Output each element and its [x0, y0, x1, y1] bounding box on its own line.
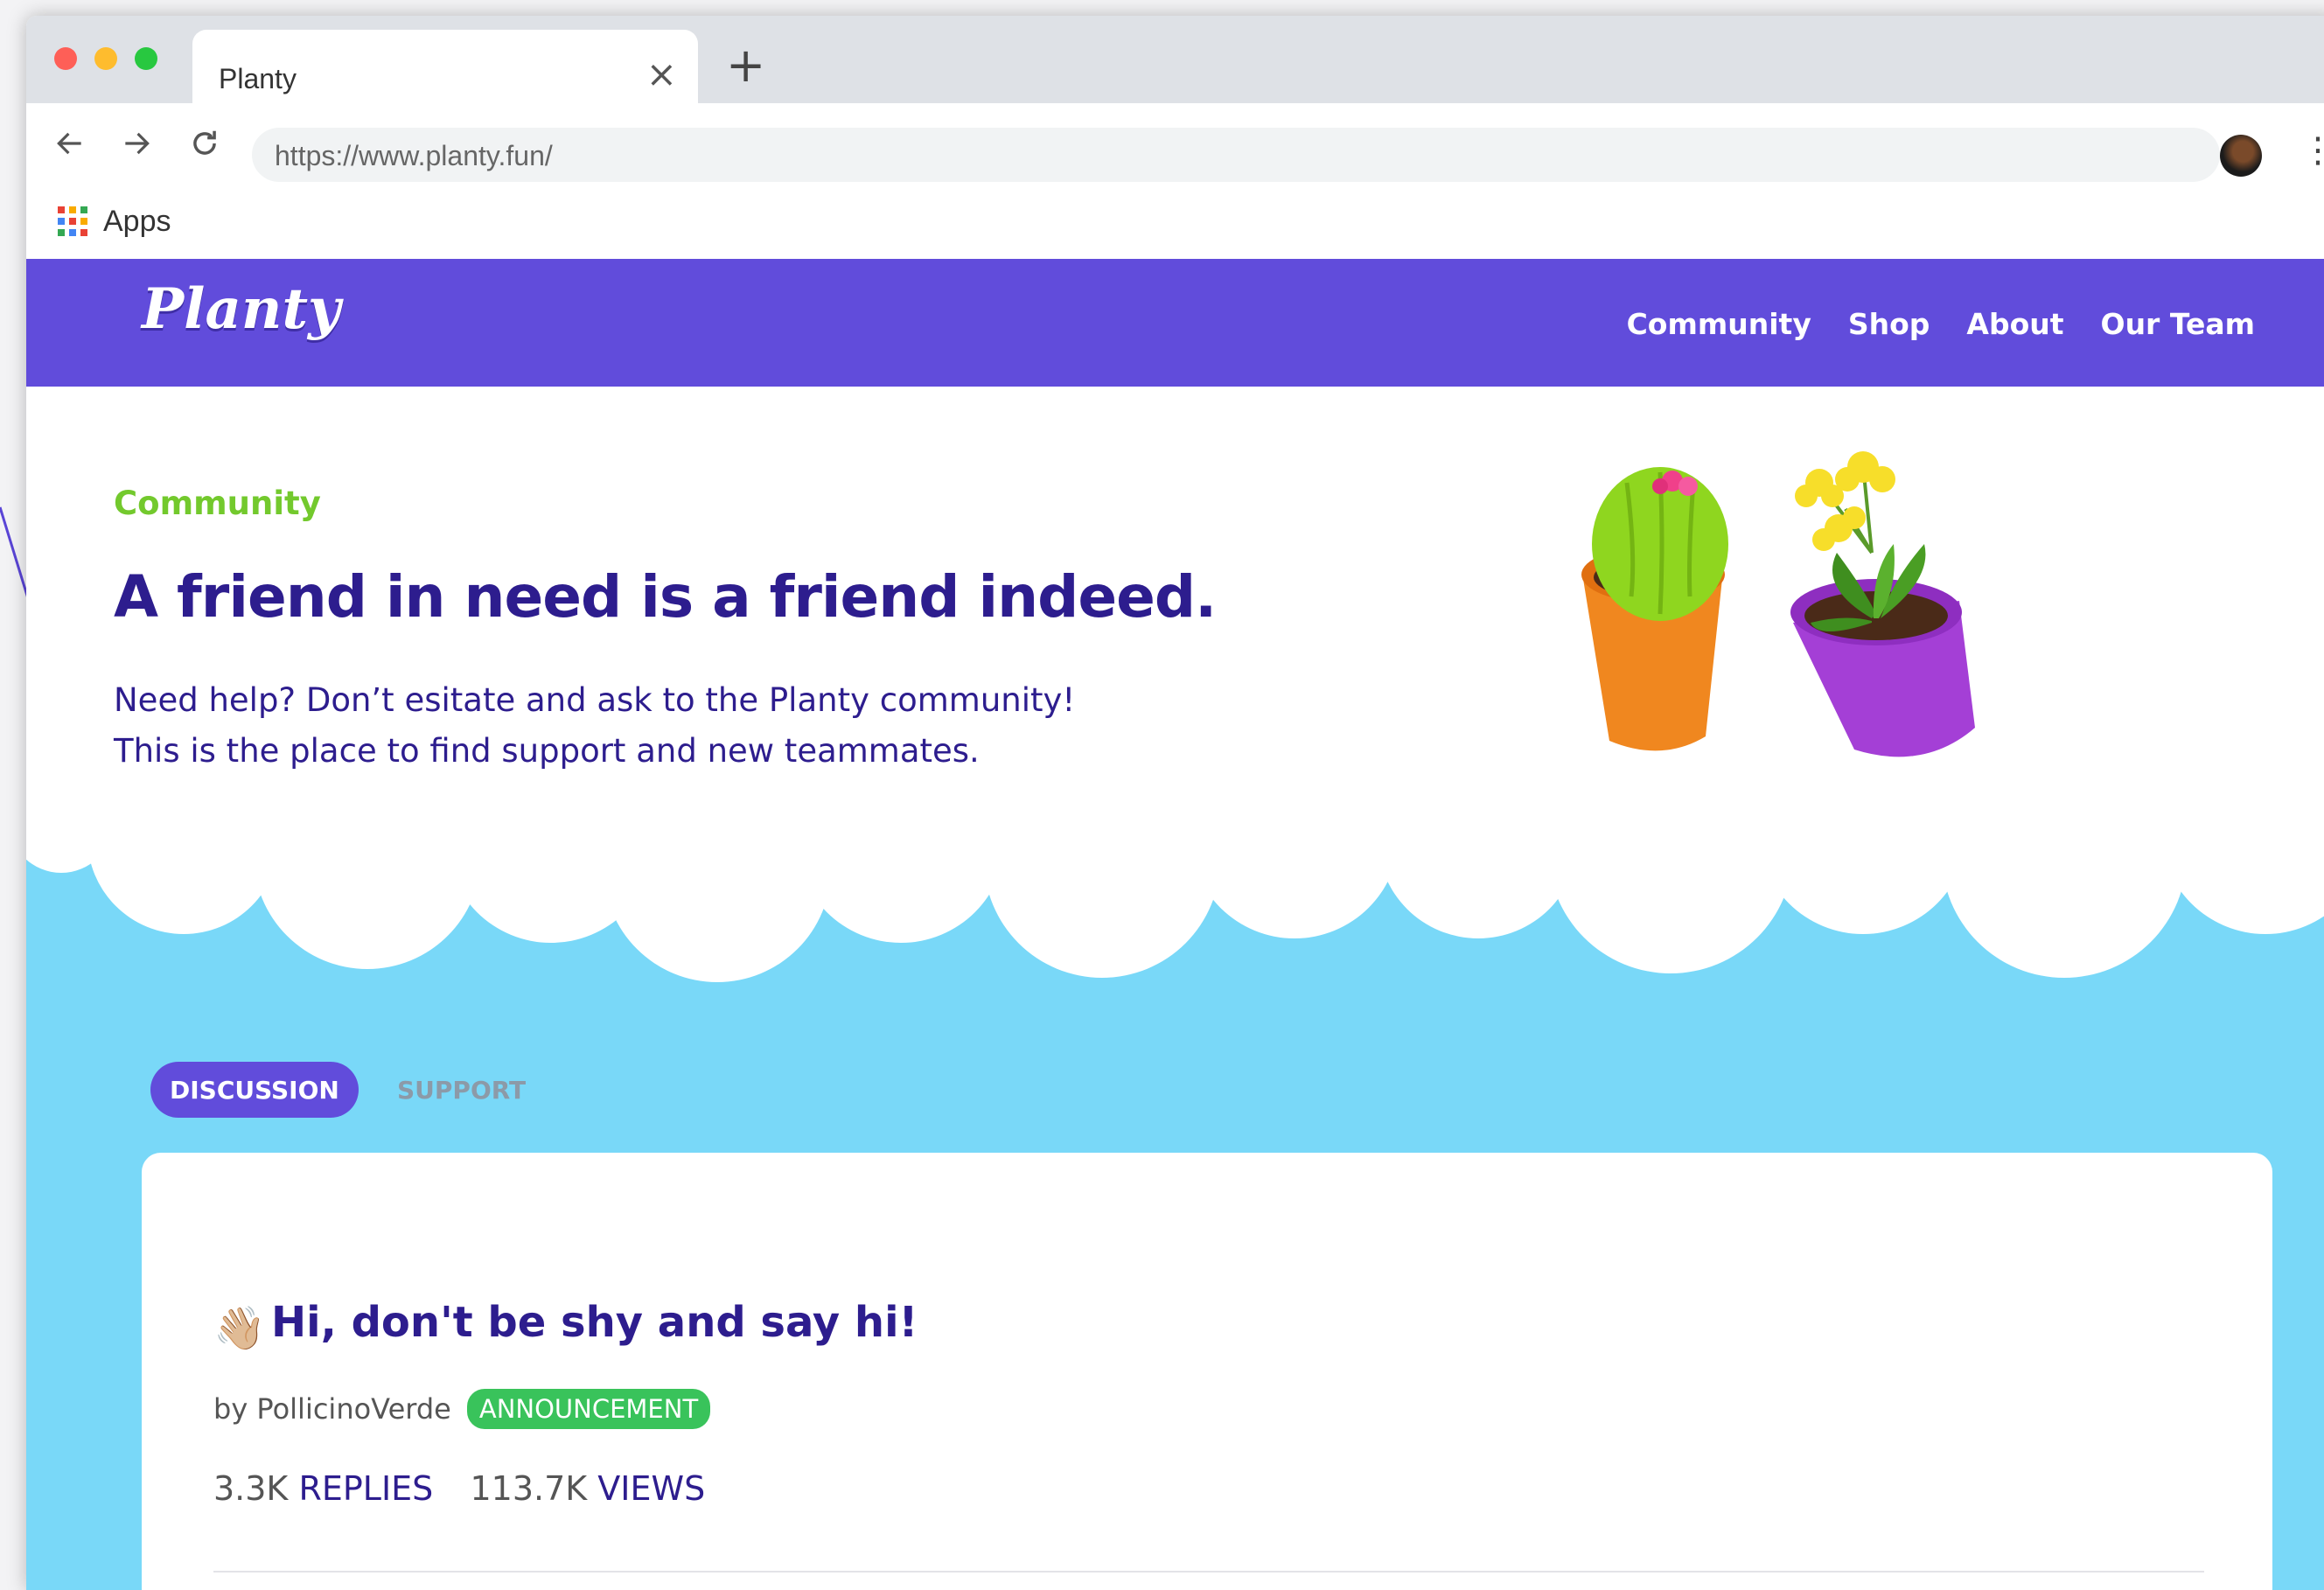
browser-window: Planty × + https://www.planty.fun/ ⋮ App…	[26, 16, 2324, 1590]
url-text: https://www.planty.fun/	[275, 140, 553, 171]
lede-line-1: Need help? Don’t esitate and ask to the …	[114, 681, 1076, 719]
tab-strip: Planty × +	[26, 16, 2324, 117]
address-bar[interactable]: https://www.planty.fun/	[252, 128, 2220, 182]
planty-logo[interactable]: Planty	[142, 276, 340, 342]
discussion-card: 👋🏼 Hi, don't be shy and say hi! by Polli…	[142, 1153, 2272, 1590]
card-divider	[213, 1571, 2204, 1573]
hero-description: Need help? Don’t esitate and ask to the …	[114, 675, 1163, 777]
site-header: Planty Community Shop About Our Team	[26, 259, 2324, 387]
tab-discussion[interactable]: DISCUSSION	[150, 1062, 359, 1118]
tab-title: Planty	[219, 63, 297, 94]
browser-toolbar: https://www.planty.fun/ ⋮	[26, 103, 2324, 185]
nav-about[interactable]: About	[1966, 307, 2063, 341]
nav-shop[interactable]: Shop	[1848, 307, 1930, 341]
post-author: by PollicinoVerde	[213, 1392, 451, 1426]
maximize-window-button[interactable]	[135, 47, 157, 70]
nav-our-team[interactable]: Our Team	[2101, 307, 2255, 341]
post-meta: by PollicinoVerde ANNOUNCEMENT	[213, 1389, 711, 1429]
site-nav: Community Shop About Our Team	[1627, 307, 2255, 341]
close-window-button[interactable]	[54, 47, 77, 70]
close-tab-icon[interactable]: ×	[646, 56, 677, 93]
replies-count: 3.3K	[213, 1469, 289, 1508]
hero-section: Community A friend in need is a friend i…	[26, 387, 2324, 1086]
reload-icon[interactable]	[178, 117, 231, 170]
post-title[interactable]: Hi, don't be shy and say hi!	[271, 1298, 918, 1347]
minimize-window-button[interactable]	[94, 47, 117, 70]
apps-grid-icon[interactable]	[58, 206, 87, 236]
bookmarks-bar: Apps	[26, 185, 2324, 259]
views-label: VIEWS	[597, 1469, 706, 1508]
new-tab-button[interactable]: +	[726, 42, 765, 89]
forward-arrow-icon[interactable]	[110, 117, 163, 170]
lede-line-2: This is the place to find support and ne…	[114, 732, 980, 770]
kebab-menu-icon[interactable]: ⋮	[2300, 133, 2324, 168]
post-stats: 3.3K REPLIES 113.7K VIEWS	[213, 1469, 705, 1508]
back-arrow-icon[interactable]	[44, 117, 96, 170]
page-headline: A friend in need is a friend indeed.	[114, 563, 1217, 631]
section-eyebrow: Community	[114, 485, 321, 522]
profile-avatar[interactable]	[2220, 135, 2262, 177]
apps-bookmark[interactable]: Apps	[103, 205, 171, 239]
tab-support[interactable]: SUPPORT	[397, 1076, 526, 1105]
replies-label: REPLIES	[298, 1469, 434, 1508]
nav-community[interactable]: Community	[1627, 307, 1811, 341]
potted-plants-illustration	[1581, 451, 1975, 757]
announcement-badge: ANNOUNCEMENT	[466, 1389, 711, 1429]
waving-hand-emoji: 👋🏼	[213, 1304, 266, 1353]
views-count: 113.7K	[470, 1469, 588, 1508]
